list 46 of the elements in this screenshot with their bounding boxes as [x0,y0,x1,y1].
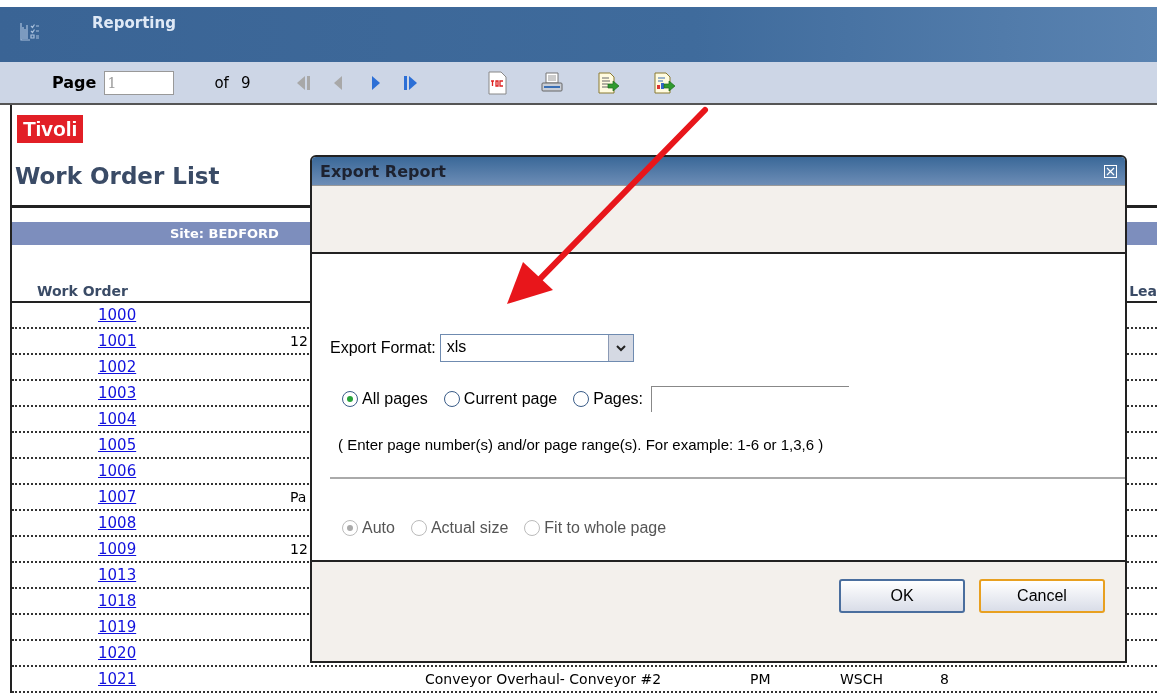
work-order-link[interactable]: 1000 [98,306,137,324]
app-title: Reporting [92,14,176,32]
export-format-dropdown[interactable]: xls [439,334,634,362]
table-cell: PM [750,671,771,687]
report-list-icon [20,21,40,41]
table-cell: Conveyor Overhaul- Conveyor #2 [425,671,662,687]
page-label: Page [52,73,97,92]
work-order-link[interactable]: 1020 [98,644,137,662]
table-cell: WSCH [840,671,884,687]
work-order-link[interactable]: 1019 [98,618,137,636]
report-title: Work Order List [15,163,220,191]
page-range-radio[interactable]: Pages: [573,390,644,408]
table-cell: 8 [940,671,949,687]
dialog-title: Export Report [320,161,446,181]
work-order-link[interactable]: 1018 [98,592,137,610]
table-cell: 12 [290,333,308,349]
page-count: 9 [240,73,251,92]
page-range-radio[interactable]: Current page [443,390,558,408]
work-order-link[interactable]: 1013 [98,566,137,584]
work-order-link[interactable]: 1007 [98,488,137,506]
export-document-icon[interactable] [596,70,621,95]
page-of-label: of [214,73,229,92]
table-cell: Pa [290,489,307,505]
close-icon[interactable] [1104,164,1117,178]
page-range-radio[interactable]: All pages [342,390,428,408]
table-cell: 12 [290,541,308,557]
export-format-label: Export Format: [330,339,436,357]
work-order-link[interactable]: 1003 [98,384,137,402]
page-range-hint: ( Enter page number(s) and/or page range(s). For example: 1-6 or 1,3,6 ) [338,436,825,453]
column-header: Lea [1129,283,1157,299]
work-order-link[interactable]: 1002 [98,358,137,376]
work-order-link[interactable]: 1006 [98,462,137,480]
work-order-link[interactable]: 1001 [98,332,137,350]
ok-button[interactable]: OK [839,579,965,613]
table-of-contents-icon[interactable] [486,70,509,95]
work-order-link[interactable]: 1021 [98,670,137,688]
brand-logo: Tivoli [17,115,84,143]
work-order-link[interactable]: 1009 [98,540,137,558]
work-order-link[interactable]: 1008 [98,514,137,532]
chevron-down-icon [615,344,626,352]
column-header: Work Order [37,283,128,299]
work-order-link[interactable]: 1005 [98,436,137,454]
work-order-link[interactable]: 1004 [98,410,137,428]
export-report-icon[interactable] [652,70,677,95]
printer-icon[interactable] [540,70,565,95]
cancel-button[interactable]: Cancel [979,579,1105,613]
